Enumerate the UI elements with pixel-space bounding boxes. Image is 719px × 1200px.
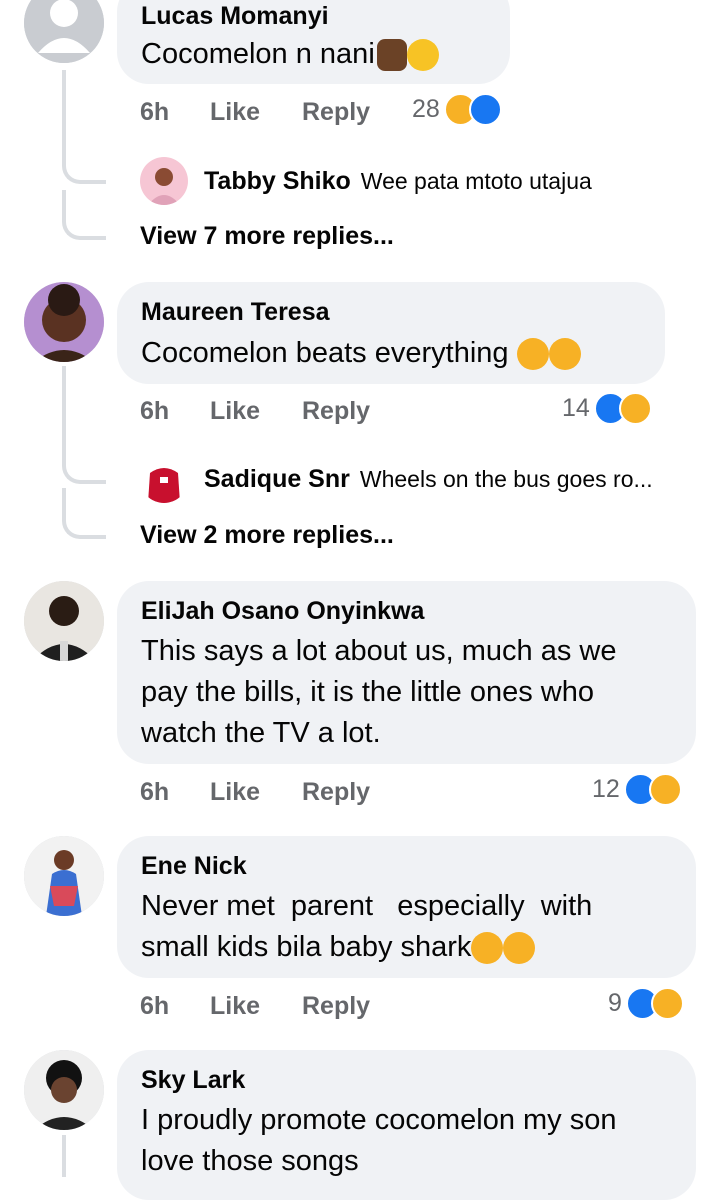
reply-button[interactable]: Reply (302, 992, 370, 1021)
reply-button[interactable]: Reply (302, 778, 370, 807)
reply-button[interactable]: Reply (302, 397, 370, 426)
comment-author[interactable]: Sky Lark (141, 1066, 245, 1095)
comment-time: 6h (140, 98, 170, 126)
comment-actions: 6h Like Reply 28 (140, 93, 700, 132)
comment-actions: 6h Like Reply 9 (140, 987, 700, 1026)
comment-text-line: watch the TV a lot. (141, 717, 381, 749)
view-more-replies-link[interactable]: View 2 more replies... (140, 521, 394, 550)
comment-text: Cocomelon beats everything (141, 333, 581, 374)
reaction-summary[interactable]: 14 (562, 392, 652, 425)
comment-text-line: I proudly promote cocomelon my son (141, 1104, 617, 1136)
reaction-count: 12 (592, 775, 620, 803)
rolling-laughing-emoji-icon (471, 932, 504, 965)
person-shrugging-emoji-icon (376, 39, 407, 72)
comment-author[interactable]: Lucas Momanyi (141, 2, 329, 31)
like-button[interactable]: Like (210, 992, 260, 1021)
thread-branch (62, 440, 106, 484)
avatar[interactable] (140, 455, 188, 503)
comment-thread: Lucas Momanyi Cocomelon n nani 6h Like R… (0, 0, 719, 1200)
reply-button[interactable]: Reply (302, 98, 370, 127)
reply-author[interactable]: Sadique Snr (204, 465, 350, 494)
comment-actions: 6h Like Reply 12 (140, 773, 700, 812)
comment-text-line: pay the bills, it is the little ones who (141, 676, 594, 708)
comment-bubble[interactable]: EliJah Osano Onyinkwa This says a lot ab… (117, 581, 696, 764)
reply-text: Wee pata mtoto utajua (360, 167, 592, 194)
comment-text: Cocomelon n nani (141, 34, 439, 75)
reply-preview[interactable]: Sadique Snr Wheels on the bus goes ro... (140, 455, 653, 503)
comment-bubble[interactable]: Sky Lark I proudly promote cocomelon my … (117, 1050, 696, 1200)
haha-reaction-icon (618, 392, 652, 425)
reaction-summary[interactable]: 12 (592, 773, 682, 806)
avatar[interactable] (24, 836, 104, 916)
haha-reaction-icon (648, 773, 682, 806)
avatar[interactable] (24, 0, 104, 63)
tears-of-joy-emoji-icon (548, 338, 581, 371)
comment-time: 6h (140, 992, 170, 1020)
comment-text-line: small kids bila baby shark (141, 927, 536, 968)
thread-line (62, 70, 66, 150)
thread-branch (62, 488, 106, 539)
reaction-summary[interactable]: 9 (608, 987, 684, 1020)
reaction-count: 14 (562, 394, 590, 422)
reply-text: Wheels on the bus goes ro... (359, 465, 653, 492)
comment-time: 6h (140, 778, 170, 806)
rolling-laughing-emoji-icon (503, 932, 536, 965)
thread-branch (62, 140, 106, 184)
tears-of-joy-emoji-icon (516, 338, 549, 371)
comment-bubble[interactable]: Lucas Momanyi Cocomelon n nani (117, 0, 510, 84)
reaction-count: 9 (608, 989, 622, 1017)
view-more-replies-link[interactable]: View 7 more replies... (140, 222, 394, 251)
thread-line (62, 366, 66, 450)
comment-author[interactable]: Maureen Teresa (141, 298, 330, 327)
comment-bubble[interactable]: Maureen Teresa Cocomelon beats everythin… (117, 282, 665, 384)
comment-text-line: Never met parent especially with (141, 890, 593, 922)
like-button[interactable]: Like (210, 778, 260, 807)
like-button[interactable]: Like (210, 397, 260, 426)
thread-line (62, 1135, 66, 1177)
comment-time: 6h (140, 397, 170, 425)
like-button[interactable]: Like (210, 98, 260, 127)
comment-text-line: This says a lot about us, much as we (141, 635, 617, 667)
comment-actions: 6h Like Reply 14 (140, 392, 700, 431)
comment-author[interactable]: Ene Nick (141, 852, 247, 881)
reaction-summary[interactable]: 28 (412, 93, 502, 126)
haha-reaction-icon (650, 987, 684, 1020)
avatar[interactable] (140, 157, 188, 205)
like-reaction-icon (468, 93, 502, 126)
comment-bubble[interactable]: Ene Nick Never met parent especially wit… (117, 836, 696, 978)
reply-preview[interactable]: Tabby Shiko Wee pata mtoto utajua (140, 157, 592, 205)
comment-text-line: love those songs (141, 1145, 359, 1177)
reply-author[interactable]: Tabby Shiko (204, 167, 351, 196)
comment-author[interactable]: EliJah Osano Onyinkwa (141, 597, 424, 626)
avatar[interactable] (24, 581, 104, 661)
avatar[interactable] (24, 1050, 104, 1130)
flushed-face-emoji-icon (406, 39, 439, 72)
reaction-count: 28 (412, 95, 440, 123)
avatar[interactable] (24, 282, 104, 362)
thread-branch (62, 190, 106, 240)
